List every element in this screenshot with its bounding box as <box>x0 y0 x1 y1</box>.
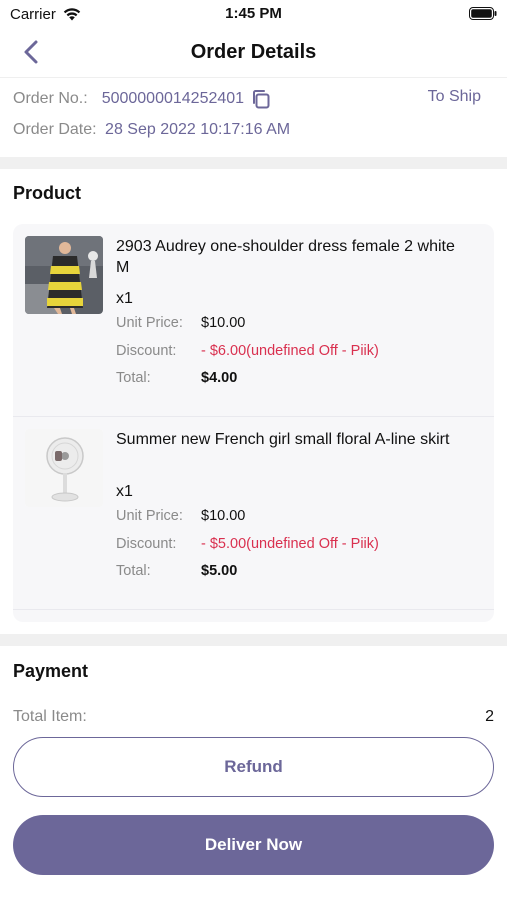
product-item[interactable]: 2903 Audrey one-shoulder dress female 2 … <box>13 224 494 417</box>
unit-price-row: Unit Price: $10.00 <box>116 315 245 331</box>
payment-section-title: Payment <box>13 661 89 681</box>
product-quantity: x1 <box>116 483 133 500</box>
discount-value: - $6.00(undefined Off - Piik) <box>201 343 379 359</box>
page-title: Order Details <box>190 41 317 63</box>
product-name: Summer new French girl small floral A-li… <box>116 431 450 448</box>
total-value: $4.00 <box>201 370 238 386</box>
product-section-title: Product <box>13 183 82 203</box>
section-divider <box>0 634 507 646</box>
total-row: Total: $5.00 <box>116 563 237 579</box>
order-date-value: 28 Sep 2022 10:17:16 AM <box>105 121 291 138</box>
section-divider <box>0 157 507 169</box>
total-label: Total: <box>116 370 151 386</box>
deliver-now-button[interactable]: Deliver Now <box>13 815 494 875</box>
product-item[interactable]: Summer new French girl small floral A-li… <box>13 417 494 610</box>
unit-price-row: Unit Price: $10.00 <box>116 508 245 524</box>
total-item-label: Total Item: <box>13 708 87 725</box>
discount-row: Discount: - $5.00(undefined Off - Piik) <box>116 536 379 552</box>
discount-value: - $5.00(undefined Off - Piik) <box>201 536 379 552</box>
unit-price-value: $10.00 <box>201 315 246 331</box>
total-item-value: 2 <box>485 708 494 725</box>
battery-icon <box>469 7 497 20</box>
order-info-section: Order No.: 5000000014252401 To Ship Orde… <box>0 79 507 157</box>
dress-photo <box>25 236 103 314</box>
unit-price-label: Unit Price: <box>116 315 183 331</box>
total-label: Total: <box>116 563 151 579</box>
product-thumbnail <box>25 429 103 507</box>
product-thumbnail <box>25 236 103 314</box>
fan-photo <box>25 429 103 507</box>
order-number-label: Order No.: <box>13 90 88 107</box>
unit-price-value: $10.00 <box>201 508 246 524</box>
copy-icon[interactable] <box>250 88 272 110</box>
status-bar: Carrier 1:45 PM <box>0 0 507 28</box>
product-list: 2903 Audrey one-shoulder dress female 2 … <box>13 224 494 622</box>
refund-button[interactable]: Refund <box>13 737 494 797</box>
product-name: 2903 Audrey one-shoulder dress female 2 … <box>116 238 455 276</box>
discount-label: Discount: <box>116 343 177 359</box>
order-number-row: Order No.: 5000000014252401 <box>13 88 272 110</box>
refund-button-label: Refund <box>224 757 283 776</box>
product-quantity: x1 <box>116 290 133 307</box>
order-date-row: Order Date: 28 Sep 2022 10:17:16 AM <box>13 121 290 139</box>
clock: 1:45 PM <box>225 5 282 22</box>
order-number-value: 5000000014252401 <box>101 90 245 107</box>
order-status-badge: To Ship <box>427 88 481 105</box>
total-row: Total: $4.00 <box>116 370 237 386</box>
total-value: $5.00 <box>201 563 238 579</box>
discount-row: Discount: - $6.00(undefined Off - Piik) <box>116 343 379 359</box>
order-date-label: Order Date: <box>13 121 97 138</box>
unit-price-label: Unit Price: <box>116 508 183 524</box>
discount-label: Discount: <box>116 536 177 552</box>
navigation-bar: Order Details <box>0 28 507 78</box>
deliver-now-button-label: Deliver Now <box>204 835 303 854</box>
